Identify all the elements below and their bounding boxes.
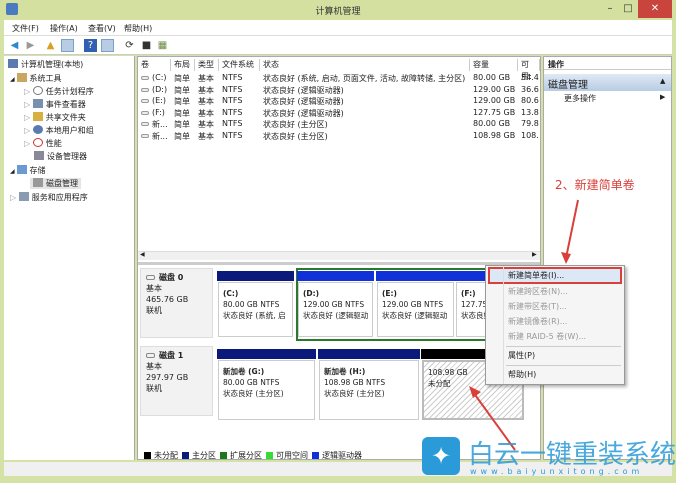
- arrow-to-menu: [565, 199, 579, 259]
- annotation-arrows: [469, 199, 579, 451]
- watermark-url: www.baiyunxitong.com: [470, 467, 644, 476]
- watermark-bird-logo: ✦: [422, 437, 460, 475]
- arrowhead: [469, 386, 481, 398]
- arrowhead: [561, 252, 571, 264]
- watermark-brand: 白云一键重装系统: [468, 440, 676, 470]
